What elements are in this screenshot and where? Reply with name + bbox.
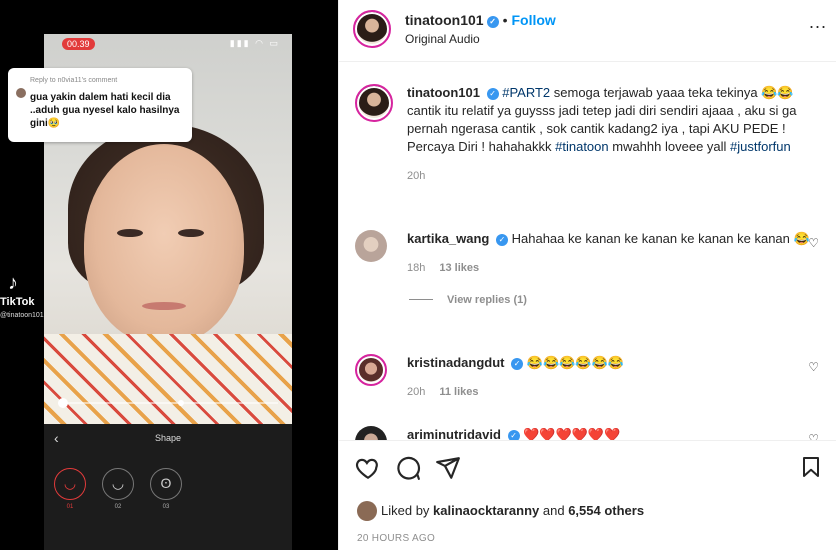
commenter-username[interactable]: kartika_wang — [407, 231, 489, 246]
liked-mid: and — [539, 503, 569, 518]
shape-option-03[interactable]: ʘ 03 — [150, 468, 182, 510]
liked-by-line: Liked by kalinaocktaranny and 6,554 othe… — [357, 501, 644, 521]
comment-body: 😂😂😂😂😂😂 — [526, 355, 624, 370]
like-comment-heart-icon[interactable]: ♡ — [808, 360, 819, 374]
author-username[interactable]: tinatoon101 — [405, 12, 484, 28]
post-header: tinatoon101 ✓ • Follow Original Audio ... — [339, 0, 836, 62]
liker-avatar[interactable] — [357, 501, 377, 521]
liked-prefix: Liked by — [381, 503, 434, 518]
face-shape-icon: ◡ — [54, 468, 86, 500]
phone-status-bar: 00.39 ▮▮▮ ◠ ▭ — [44, 34, 292, 52]
reply-header: Reply to n0via11's comment — [30, 77, 118, 84]
caption-avatar[interactable] — [355, 84, 393, 122]
verified-badge-icon: ✓ — [486, 88, 499, 100]
like-heart-icon[interactable] — [355, 455, 381, 481]
commenter-avatar[interactable] — [355, 230, 387, 262]
verified-badge-icon: ✓ — [486, 16, 499, 28]
share-paper-plane-icon[interactable] — [435, 455, 461, 481]
shape-options: ◡ 01 ◡ 02 ʘ 03 — [54, 468, 182, 510]
comment-time[interactable]: 18h — [407, 262, 425, 274]
follow-button[interactable]: Follow — [511, 12, 555, 28]
view-replies-label: View replies (1) — [447, 294, 527, 306]
like-comment-heart-icon[interactable]: ♡ — [808, 432, 819, 440]
face-shape-icon: ʘ — [150, 468, 182, 500]
post-actions: Liked by kalinaocktaranny and 6,554 othe… — [339, 440, 836, 550]
progress-marker — [178, 400, 184, 406]
author-avatar[interactable] — [353, 10, 391, 48]
shape-option-label: 01 — [66, 504, 74, 510]
audio-link[interactable]: Original Audio — [405, 32, 480, 46]
caption-username[interactable]: tinatoon101 — [407, 85, 480, 100]
save-bookmark-icon[interactable] — [799, 455, 823, 479]
recording-time: 00.39 — [62, 38, 95, 50]
caption-body-2: mwahhh loveee yall — [608, 139, 731, 154]
hashtag-justforfun[interactable]: #justforfun — [730, 139, 791, 154]
comment-likes[interactable]: 13 likes — [439, 262, 479, 274]
comment-time[interactable]: 20h — [407, 386, 425, 398]
verified-badge-icon: ✓ — [511, 358, 524, 370]
action-icons — [355, 455, 461, 481]
more-options-icon[interactable]: ... — [809, 12, 827, 33]
comment-body: Hahahaa ke kanan ke kanan ke kanan ke ka… — [511, 231, 810, 246]
reply-comment-bubble: Reply to n0via11's comment gua yakin dal… — [8, 68, 192, 142]
signal-wifi-battery-icon: ▮▮▮ ◠ ▭ — [229, 38, 280, 48]
shape-title: Shape — [154, 433, 182, 443]
comment-item: kartika_wang ✓ Hahahaa ke kanan ke kanan… — [353, 230, 823, 306]
replies-divider — [409, 299, 433, 300]
comment-item: ariminutridavid ✓ ❤️❤️❤️❤️❤️❤️ ♡ — [353, 426, 823, 440]
tiktok-brand: TikTok — [0, 296, 35, 308]
floral-shirt — [44, 334, 292, 424]
tiktok-logo-icon: ♪ — [8, 272, 18, 294]
verified-badge-icon: ✓ — [496, 234, 508, 246]
comment-text: kristinadangdut ✓ 😂😂😂😂😂😂 — [407, 354, 823, 372]
shape-option-01[interactable]: ◡ 01 — [54, 468, 86, 510]
reply-text: gua yakin dalem hati kecil dia ..aduh gu… — [30, 92, 180, 129]
separator-dot: • — [502, 12, 508, 28]
header-user-line: tinatoon101 ✓ • Follow — [405, 12, 556, 28]
commenter-avatar[interactable] — [355, 354, 387, 386]
post-panel: tinatoon101 ✓ • Follow Original Audio ... t… — [338, 0, 836, 550]
hashtag-part2[interactable]: #PART2 — [502, 85, 550, 100]
mouth — [142, 302, 186, 310]
commenter-username[interactable]: ariminutridavid — [407, 427, 501, 440]
commenter-avatar[interactable] — [355, 426, 387, 440]
post-timestamp[interactable]: 20 HOURS AGO — [357, 533, 435, 544]
comment-meta: 18h 13 likes — [407, 262, 823, 274]
comment-meta: 20h 11 likes — [407, 386, 823, 398]
face — [84, 144, 244, 344]
comment-text: ariminutridavid ✓ ❤️❤️❤️❤️❤️❤️ — [407, 426, 823, 440]
tiktok-handle: @tinatoon101 — [0, 312, 44, 319]
shape-option-02[interactable]: ◡ 02 — [102, 468, 134, 510]
eye-right — [178, 229, 204, 237]
shape-option-label: 03 — [162, 504, 170, 510]
view-replies-button[interactable]: View replies (1) — [409, 294, 823, 306]
progress-handle[interactable] — [58, 398, 68, 408]
comments-list[interactable]: tinatoon101 ✓ #PART2 semoga terjawab yaa… — [339, 62, 836, 440]
eye-left — [117, 229, 143, 237]
comment-likes[interactable]: 11 likes — [439, 386, 478, 398]
comment-body: ❤️❤️❤️❤️❤️❤️ — [523, 427, 621, 440]
tiktok-watermark: ♪ TikTok @tinatoon101 — [0, 272, 70, 319]
likes-count[interactable]: 6,554 others — [568, 503, 644, 518]
comment-item: kristinadangdut ✓ 😂😂😂😂😂😂 20h 11 likes ♡ — [353, 354, 823, 398]
shape-toolbar: ‹ Shape — [44, 424, 292, 454]
reply-avatar — [16, 88, 26, 98]
shape-option-label: 02 — [114, 504, 122, 510]
like-comment-heart-icon[interactable]: ♡ — [808, 236, 819, 250]
caption-text: tinatoon101 ✓ #PART2 semoga terjawab yaa… — [407, 84, 823, 156]
commenter-username[interactable]: kristinadangdut — [407, 355, 505, 370]
liker-username[interactable]: kalinaocktaranny — [433, 503, 539, 518]
post-caption: tinatoon101 ✓ #PART2 semoga terjawab yaa… — [353, 84, 823, 182]
face-shape-icon: ◡ — [102, 468, 134, 500]
caption-time[interactable]: 20h — [407, 170, 425, 182]
caption-meta: 20h — [407, 170, 823, 182]
comment-bubble-icon[interactable] — [395, 455, 421, 481]
post-media[interactable]: 00.39 ▮▮▮ ◠ ▭ ‹ Shape ◡ 01 ◡ 02 ʘ 03 Rep… — [0, 0, 338, 550]
hashtag-tinatoon[interactable]: #tinatoon — [555, 139, 609, 154]
video-progress-slider[interactable] — [58, 398, 278, 408]
comment-text: kartika_wang ✓ Hahahaa ke kanan ke kanan… — [407, 230, 823, 248]
verified-badge-icon: ✓ — [507, 430, 520, 440]
